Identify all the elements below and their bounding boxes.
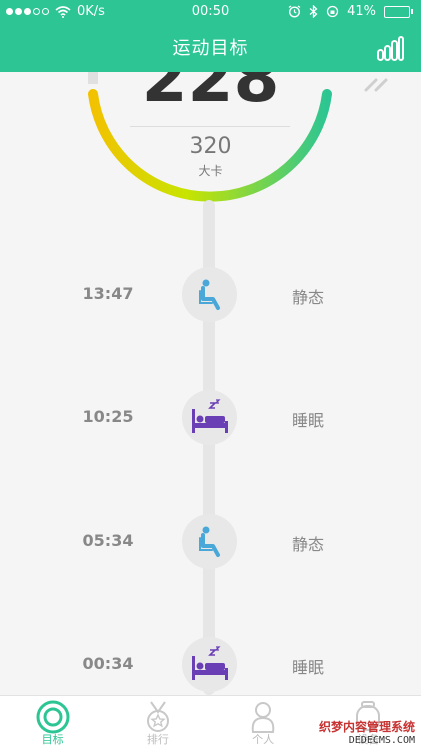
sitting-icon [198, 526, 220, 557]
bluetooth-icon [309, 5, 318, 18]
entry-time: 05:34 [82, 531, 134, 550]
entry-time: 10:25 [82, 407, 134, 426]
entry-label: 睡眠 [292, 658, 325, 677]
entry-node [182, 514, 237, 569]
tab-personal[interactable]: 个人 [211, 696, 316, 750]
medal-icon [146, 701, 169, 732]
timeline-entry[interactable]: 10:25 睡眠 [0, 388, 421, 448]
battery-icon [384, 5, 413, 18]
target-icon [36, 700, 70, 734]
entry-label: 静态 [292, 535, 325, 554]
entry-time: 00:34 [82, 654, 134, 673]
timeline-entry[interactable]: 05:34 静态 [0, 512, 421, 572]
entry-time: 13:47 [82, 284, 134, 303]
app-header: 0K/s 00:50 41% 运动目标 [0, 0, 421, 72]
sleeping-bed-icon [191, 398, 228, 433]
summary-divider [130, 126, 290, 127]
sleeping-bed-icon [191, 645, 228, 680]
bar-chart-icon[interactable] [375, 34, 405, 64]
entry-node [182, 637, 237, 692]
person-icon [251, 702, 275, 733]
steps-value: 228 [141, 72, 280, 117]
activity-summary: 228 320 大卡 [0, 72, 421, 207]
entry-label: 静态 [292, 288, 325, 307]
tab-target[interactable]: 目标 [0, 696, 105, 750]
status-right: 41% [288, 4, 413, 19]
lock-rotation-icon [326, 5, 339, 18]
tab-ranking[interactable]: 排行 [105, 696, 210, 750]
timeline-entry[interactable]: 00:34 睡眠 [0, 635, 421, 695]
activity-timeline: 13:47 静态 10:25 睡眠 05:34 静态 00:34 睡眠 [0, 200, 421, 695]
watermark-line1: 织梦内容管理系统 [318, 720, 415, 734]
calories-value: 320 [189, 134, 232, 159]
site-watermark: 织梦内容管理系统 DEDECMS.COM [305, 718, 415, 746]
double-chevron-icon[interactable] [362, 72, 396, 94]
entry-node [182, 267, 237, 322]
status-bar: 0K/s 00:50 41% [0, 0, 421, 24]
entry-label: 睡眠 [292, 411, 325, 430]
bottom-tab-bar: 目标 排行 个人 设备 织梦内容管理系统 DEDECMS.COM [0, 695, 421, 750]
calories-unit: 大卡 [198, 164, 223, 178]
page-title: 运动目标 [172, 38, 249, 59]
alarm-clock-icon [288, 5, 301, 18]
entry-node [182, 390, 237, 445]
watermark-line2: DEDECMS.COM [348, 735, 415, 746]
battery-percent: 41% [347, 4, 376, 19]
sitting-icon [198, 279, 220, 310]
timeline-entry[interactable]: 13:47 静态 [0, 265, 421, 325]
